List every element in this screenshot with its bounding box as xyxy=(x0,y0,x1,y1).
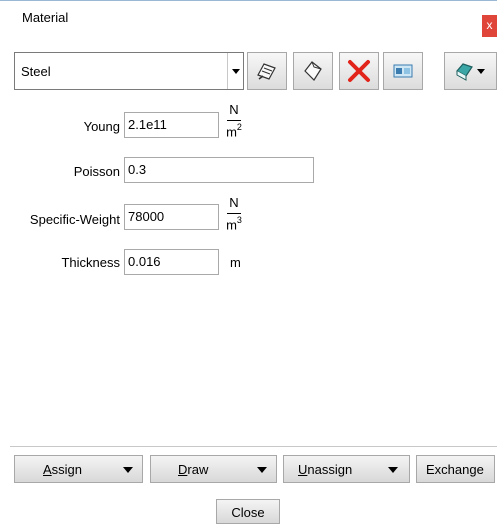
young-unit: N m2 xyxy=(224,102,244,139)
specific-weight-label: Specific-Weight xyxy=(29,212,120,227)
specific-weight-unit-numerator: N xyxy=(229,195,239,210)
close-mnemonic: C xyxy=(231,505,241,520)
specific-weight-unit-denominator: m3 xyxy=(224,215,244,233)
material-select-value: Steel xyxy=(21,64,51,79)
chevron-down-icon[interactable] xyxy=(227,53,243,89)
assign-button-label: Assign xyxy=(43,462,82,477)
window-title: Material xyxy=(22,10,69,25)
delete-material-button[interactable] xyxy=(339,52,379,90)
title-bar: Material x xyxy=(0,0,497,37)
close-label-rest: lose xyxy=(240,505,265,520)
exchange-button-label: Exchange xyxy=(426,462,484,477)
new-material-icon xyxy=(304,61,322,81)
fraction-bar xyxy=(227,213,241,214)
material-select[interactable]: Steel xyxy=(14,52,244,90)
view-options-icon xyxy=(455,63,485,81)
chevron-down-icon[interactable] xyxy=(257,467,267,473)
chevron-down-icon[interactable] xyxy=(388,467,398,473)
specific-weight-field[interactable]: 78000 xyxy=(124,204,219,230)
close-button[interactable]: Close xyxy=(216,499,280,524)
assign-button[interactable]: Assign xyxy=(14,455,143,483)
import-export-icon xyxy=(393,64,413,78)
thickness-label: Thickness xyxy=(61,255,120,270)
draw-button-label: Draw xyxy=(178,462,208,477)
edit-material-icon xyxy=(257,63,276,80)
chevron-down-icon[interactable] xyxy=(123,467,133,473)
edit-material-button[interactable] xyxy=(247,52,287,90)
unassign-button-label: Unassign xyxy=(298,462,352,477)
draw-mnemonic: D xyxy=(178,462,188,477)
delete-material-icon xyxy=(348,60,370,82)
draw-button[interactable]: Draw xyxy=(150,455,277,483)
thickness-field[interactable]: 0.016 xyxy=(124,249,219,275)
import-export-button[interactable] xyxy=(383,52,423,90)
specific-weight-unit-power: 3 xyxy=(236,215,242,225)
young-unit-numerator: N xyxy=(229,102,239,117)
unassign-button[interactable]: Unassign xyxy=(283,455,410,483)
specific-weight-unit: N m3 xyxy=(224,195,244,232)
close-window-icon[interactable]: x xyxy=(482,15,497,37)
unassign-label-rest: nassign xyxy=(307,462,353,477)
young-field[interactable]: 2.1e11 xyxy=(124,112,219,138)
unassign-mnemonic: U xyxy=(298,462,308,477)
thickness-unit: m xyxy=(230,255,241,270)
new-material-button[interactable] xyxy=(293,52,333,90)
exchange-button[interactable]: Exchange xyxy=(416,455,495,483)
draw-label-rest: raw xyxy=(187,462,209,477)
poisson-field[interactable]: 0.3 xyxy=(124,157,314,183)
fraction-bar xyxy=(227,120,241,121)
assign-mnemonic: A xyxy=(43,462,52,477)
poisson-label: Poisson xyxy=(73,164,120,179)
view-options-button[interactable] xyxy=(444,52,497,90)
young-unit-denominator: m2 xyxy=(224,122,244,140)
young-label: Young xyxy=(83,119,120,134)
specific-weight-unit-base: m xyxy=(226,217,237,233)
young-unit-power: 2 xyxy=(236,122,242,132)
young-unit-base: m xyxy=(226,124,237,140)
assign-label-rest: ssign xyxy=(51,462,83,477)
